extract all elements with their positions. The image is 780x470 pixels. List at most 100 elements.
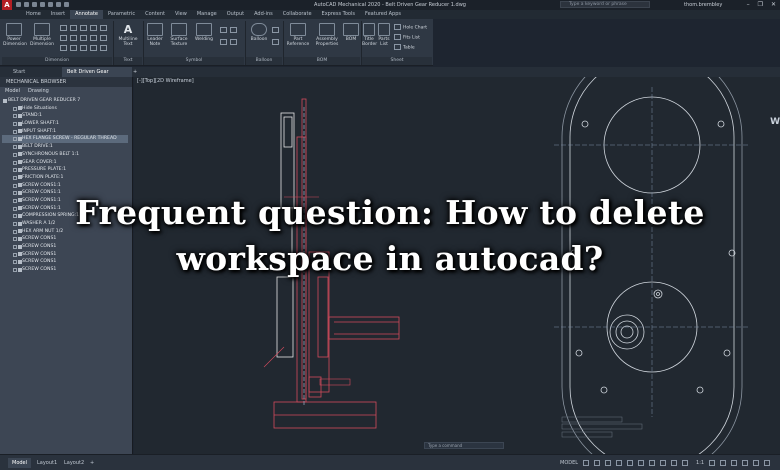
expand-icon[interactable] — [13, 137, 17, 142]
multiline-text-button[interactable]: A Multiline Text — [115, 23, 141, 47]
dimension-tool-icon[interactable] — [90, 25, 97, 31]
plot-icon[interactable] — [48, 2, 53, 7]
browser-tab-model[interactable]: Model — [5, 87, 20, 96]
symbol-tool-icon[interactable] — [220, 27, 227, 33]
selection-cycling-icon[interactable] — [671, 460, 678, 466]
welding-button[interactable]: Welding — [193, 23, 215, 42]
tree-item[interactable]: Hide Situations — [2, 105, 128, 113]
group-label-bom[interactable]: BOM — [284, 57, 360, 65]
transparency-icon[interactable] — [660, 460, 667, 466]
symbol-tool-icon[interactable] — [230, 27, 237, 33]
command-line-input[interactable]: Type a command — [424, 442, 504, 449]
plus-icon[interactable] — [720, 460, 727, 466]
expand-icon[interactable] — [13, 122, 17, 127]
model-space-button[interactable]: MODEL — [560, 455, 578, 470]
tab-manage[interactable]: Manage — [192, 10, 222, 19]
expand-icon[interactable] — [13, 114, 17, 119]
otrack-icon[interactable] — [638, 460, 645, 466]
layout-tab-model[interactable]: Model — [8, 458, 32, 468]
balloon-button[interactable]: Balloon — [248, 23, 270, 42]
dimension-tool-icon[interactable] — [90, 45, 97, 51]
group-label-sheet[interactable]: Sheet — [362, 57, 432, 65]
dimension-tool-icon[interactable] — [100, 35, 107, 41]
open-icon[interactable] — [24, 2, 29, 7]
dimension-tool-icon[interactable] — [80, 45, 87, 51]
balloon-tool-icon[interactable] — [272, 27, 279, 33]
tab-home[interactable]: Home — [21, 10, 46, 19]
multiple-dimension-button[interactable]: Multiple Dimension — [29, 23, 55, 47]
dimension-tool-icon[interactable] — [60, 35, 67, 41]
osnap-icon[interactable] — [627, 460, 634, 466]
browser-tab-drawing[interactable]: Drawing — [28, 87, 49, 96]
tab-output[interactable]: Output — [222, 10, 249, 19]
dimension-tool-icon[interactable] — [80, 25, 87, 31]
workspace-gear-icon[interactable] — [709, 460, 716, 466]
group-label-balloon[interactable]: Balloon — [246, 57, 282, 65]
dimension-tool-icon[interactable] — [100, 25, 107, 31]
search-input[interactable]: Type a keyword or phrase — [560, 1, 650, 8]
grid-icon[interactable] — [583, 460, 590, 466]
save-icon[interactable] — [32, 2, 37, 7]
tab-content[interactable]: Content — [140, 10, 170, 19]
parts-list-button[interactable]: Parts List — [377, 23, 391, 47]
layout-tab-layout1[interactable]: Layout1 — [33, 458, 61, 468]
restore-icon[interactable]: ❐ — [758, 0, 763, 10]
tab-add-ins[interactable]: Add-ins — [249, 10, 278, 19]
power-dimension-button[interactable]: Power Dimension — [3, 23, 27, 47]
expand-icon[interactable] — [13, 183, 17, 188]
expand-icon[interactable] — [13, 152, 17, 157]
dimension-tool-icon[interactable] — [80, 35, 87, 41]
customization-menu-icon[interactable] — [764, 460, 771, 466]
new-tab-icon[interactable]: + — [133, 67, 137, 77]
expand-icon[interactable] — [13, 175, 17, 180]
dimension-tool-icon[interactable] — [70, 35, 77, 41]
tree-item[interactable]: SYNCHRONOUS BELT 1:1 — [2, 151, 128, 159]
leader-note-button[interactable]: Leader Note — [145, 23, 165, 47]
tree-item[interactable]: STAND:1 — [2, 112, 128, 120]
dimension-tool-icon[interactable] — [70, 25, 77, 31]
symbol-tool-icon[interactable] — [220, 39, 227, 45]
tree-item[interactable]: GEAR COVER:1 — [2, 159, 128, 167]
group-label-text[interactable]: Text — [114, 57, 142, 65]
dimension-tool-icon[interactable] — [100, 45, 107, 51]
fits-list-button[interactable]: Fits List — [394, 34, 420, 41]
tree-item[interactable]: INPUT SHAFT:1 — [2, 128, 128, 136]
tree-item[interactable]: FRICTION PLATE:1 — [2, 174, 128, 182]
group-label-dimension[interactable]: Dimension — [2, 57, 112, 65]
assembly-properties-button[interactable]: Assembly Properties — [313, 23, 341, 47]
snap-icon[interactable] — [594, 460, 601, 466]
expand-icon[interactable] — [13, 129, 17, 134]
polar-icon[interactable] — [616, 460, 623, 466]
clean-screen-icon[interactable] — [753, 460, 760, 466]
hole-chart-button[interactable]: Hole Chart — [394, 24, 427, 31]
tab-annotate[interactable]: Annotate — [70, 10, 103, 19]
dimension-tool-icon[interactable] — [60, 45, 67, 51]
tree-item[interactable]: LOWER SHAFT:1 — [2, 120, 128, 128]
part-reference-button[interactable]: Part Reference — [286, 23, 310, 47]
title-border-button[interactable]: Title Border — [362, 23, 377, 47]
minimize-icon[interactable]: – — [747, 0, 750, 10]
new-icon[interactable] — [16, 2, 21, 7]
tab-insert[interactable]: Insert — [46, 10, 70, 19]
tab-express-tools[interactable]: Express Tools — [317, 10, 360, 19]
expand-icon[interactable] — [13, 106, 17, 111]
tab-start[interactable]: Start — [8, 67, 30, 77]
tree-root[interactable]: BELT DRIVEN GEAR REDUCER 7 — [2, 97, 128, 105]
save-as-icon[interactable] — [40, 2, 45, 7]
annotation-scale[interactable]: 1:1 — [696, 455, 704, 470]
table-button[interactable]: Table — [394, 44, 415, 51]
lineweight-icon[interactable] — [649, 460, 656, 466]
expand-icon[interactable] — [13, 145, 17, 150]
tab-collaborate[interactable]: Collaborate — [278, 10, 317, 19]
tab-view[interactable]: View — [170, 10, 192, 19]
group-label-symbol[interactable]: Symbol — [144, 57, 244, 65]
expand-icon[interactable] — [13, 168, 17, 173]
layout-tab-layout2[interactable]: Layout2 — [60, 458, 88, 468]
tree-item[interactable]: HEX FLANGE SCREW - REGULAR THREAD — [2, 135, 128, 144]
dimension-tool-icon[interactable] — [90, 35, 97, 41]
surface-texture-button[interactable]: Surface Texture — [168, 23, 190, 47]
annotation-icon[interactable] — [682, 460, 689, 466]
tab-featured-apps[interactable]: Featured Apps — [360, 10, 406, 19]
close-icon[interactable]: ✕ — [771, 0, 776, 10]
dimension-tool-icon[interactable] — [60, 25, 67, 31]
